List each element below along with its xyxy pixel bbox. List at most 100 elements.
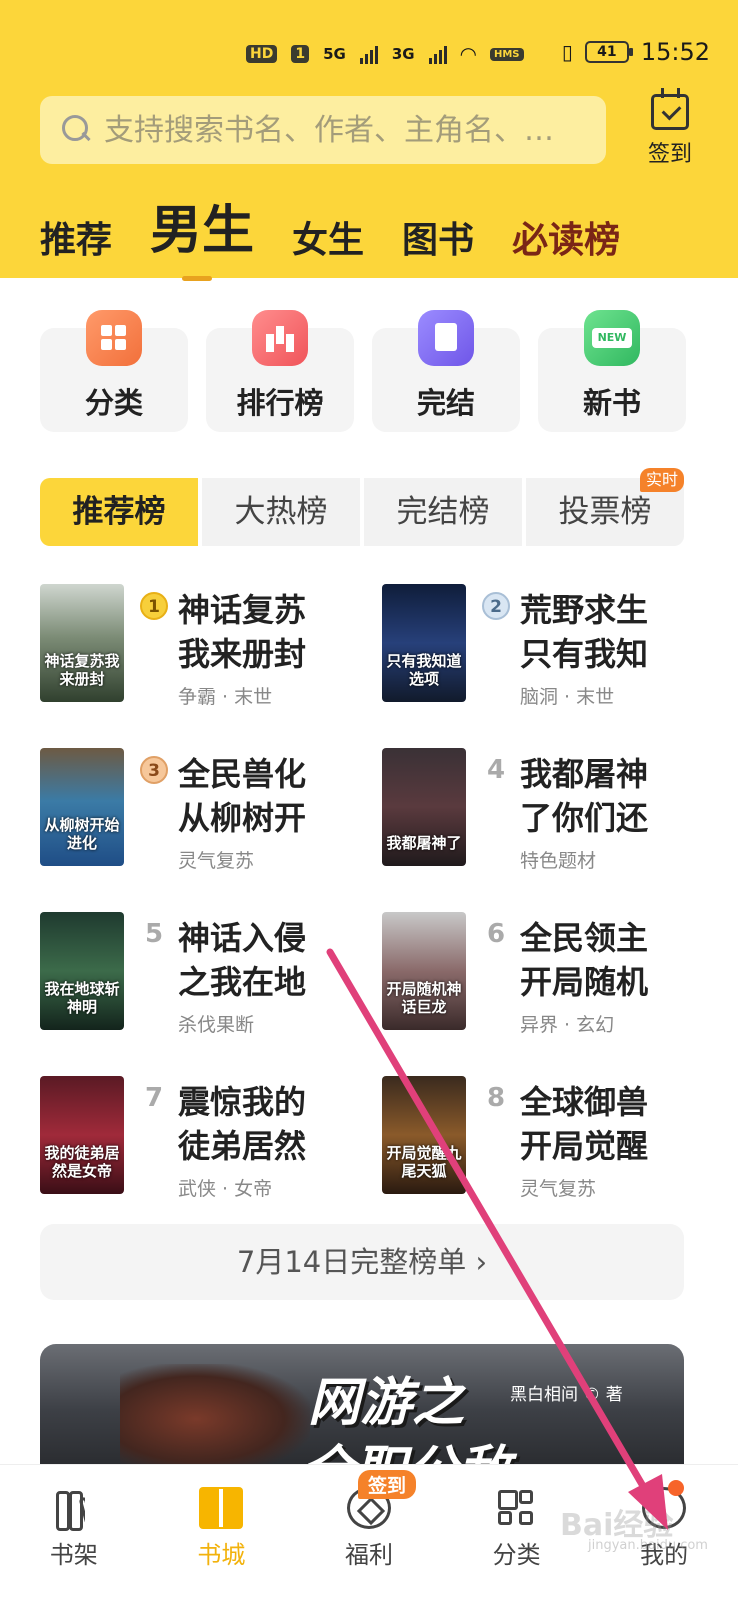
book-title: 神话入侵之我在地 [178, 919, 307, 1001]
book-title: 全球御兽开局觉醒 [520, 1083, 649, 1165]
book-cover: 我都屠神了 [382, 748, 466, 866]
tab-male[interactable]: 男生 [150, 188, 254, 281]
checkin-label: 签到 [647, 142, 692, 167]
book-tags: 灵气复苏 [520, 1178, 597, 1200]
rank-medal-gold: 1 [140, 592, 168, 620]
book-item-2[interactable]: 只有我知道选项 2 荒野求生只有我知 脑洞 · 末世 [382, 584, 702, 708]
book-tags: 杀伐果断 [178, 1014, 255, 1036]
wifi-icon: ◠ [460, 42, 476, 66]
book-title: 荒野求生只有我知 [520, 591, 649, 673]
banner-author: 黑白相间 © 著 [510, 1385, 623, 1405]
hms-badge: HMS [489, 47, 524, 61]
full-ranking-button[interactable]: 7月14日完整榜单 › [40, 1224, 684, 1300]
search-icon [62, 115, 92, 145]
nav-label: 福利 [344, 1541, 393, 1569]
signal-5g-label: 5G [323, 45, 346, 63]
hd-badge: HD [246, 45, 278, 63]
rank-tab-recommend[interactable]: 推荐榜 [40, 478, 198, 546]
nav-label: 书架 [49, 1541, 98, 1569]
category-shortcuts: 分类 排行榜 完结 新书 [40, 310, 686, 432]
tab-must-read[interactable]: 必读榜 [512, 211, 620, 263]
book-title: 我都屠神了你们还 [520, 755, 649, 837]
book-item-4[interactable]: 我都屠神了 4 我都屠神了你们还 特色题材 [382, 748, 702, 872]
category-label: 分类 [84, 386, 143, 420]
book-cover: 只有我知道选项 [382, 584, 466, 702]
rank-number: 4 [486, 755, 506, 785]
tab-books[interactable]: 图书 [402, 211, 474, 263]
book-cover: 我的徒弟居然是女帝 [40, 1076, 124, 1194]
clock: 15:52 [640, 38, 710, 66]
new-book-icon [584, 310, 640, 366]
book-item-8[interactable]: 开局觉醒九尾天狐 8 全球御兽开局觉醒 灵气复苏 [382, 1076, 702, 1200]
rank-medal-bronze: 3 [140, 756, 168, 784]
bookstore-icon [199, 1487, 244, 1529]
book-cover: 开局觉醒九尾天狐 [382, 1076, 466, 1194]
category-card-new[interactable]: 新书 [538, 310, 686, 432]
book-tags: 异界 · 玄幻 [520, 1014, 615, 1036]
rank-medal-silver: 2 [482, 592, 510, 620]
book-cover: 从柳树开始进化 [40, 748, 124, 866]
signal-icon [359, 44, 378, 64]
signin-badge: 签到 [358, 1470, 417, 1499]
cover-title: 我的徒弟居然是女帝 [44, 1144, 120, 1180]
book-tags: 武侠 · 女帝 [178, 1178, 273, 1200]
category-label: 排行榜 [236, 386, 324, 420]
book-cover: 神话复苏我来册封 [40, 584, 124, 702]
rank-number: 6 [486, 919, 506, 949]
vibrate-icon: ▯ [561, 40, 573, 64]
completed-icon [418, 310, 474, 366]
realtime-badge: 实时 [639, 468, 684, 492]
bookshelf-icon [52, 1487, 96, 1531]
rank-number: 7 [144, 1083, 164, 1113]
rank-number: 5 [144, 919, 164, 949]
banner-title: 网游之 [308, 1373, 465, 1433]
search-input[interactable] [104, 112, 604, 148]
cover-title: 从柳树开始进化 [44, 816, 120, 852]
book-item-3[interactable]: 从柳树开始进化 3 全民兽化从柳树开 灵气复苏 [40, 748, 360, 872]
book-item-5[interactable]: 我在地球斩神明 5 神话入侵之我在地 杀伐果断 [40, 912, 360, 1036]
rank-tab-vote[interactable]: 投票榜 实时 [526, 468, 684, 546]
book-tags: 灵气复苏 [178, 850, 255, 872]
rank-tabs: 推荐榜 大热榜 完结榜 投票榜 实时 [40, 468, 684, 546]
nav-label: 书城 [197, 1541, 246, 1569]
battery-icon: 41 [584, 41, 633, 63]
nav-bookstore[interactable]: 书城 [148, 1465, 296, 1600]
book-tags: 特色题材 [520, 850, 597, 872]
signal-3g-label: 3G [391, 45, 415, 63]
rank-tab-completed[interactable]: 完结榜 [364, 478, 522, 546]
category-card-ranking[interactable]: 排行榜 [206, 310, 354, 432]
tab-female[interactable]: 女生 [292, 211, 364, 263]
calendar-check-icon [651, 88, 689, 130]
ranking-icon [252, 310, 308, 366]
book-item-1[interactable]: 神话复苏我来册封 1 神话复苏我来册封 争霸 · 末世 [40, 584, 360, 708]
book-cover: 我在地球斩神明 [40, 912, 124, 1030]
category-card-classify[interactable]: 分类 [40, 310, 188, 432]
book-title: 震惊我的徒弟居然 [178, 1083, 307, 1165]
category-grid-icon [495, 1487, 539, 1529]
header: HD 1 5G 3G ◠ HMS ▯ 41 15:52 签到 推荐 男生 女生 … [0, 0, 738, 281]
rank-tab-vote-label: 投票榜 [558, 494, 652, 530]
book-item-7[interactable]: 我的徒弟居然是女帝 7 震惊我的徒弟居然 武侠 · 女帝 [40, 1076, 360, 1200]
search-bar[interactable] [40, 96, 606, 164]
rank-number: 8 [486, 1083, 506, 1113]
book-item-6[interactable]: 开局随机神话巨龙 6 全民领主开局随机 异界 · 玄幻 [382, 912, 702, 1036]
cover-title: 开局觉醒九尾天狐 [386, 1144, 462, 1180]
cover-title: 开局随机神话巨龙 [386, 980, 462, 1016]
checkin-button[interactable]: 签到 [640, 88, 700, 168]
rank-tab-hot[interactable]: 大热榜 [202, 478, 360, 546]
watermark-url: jingyan.baidu.com [588, 1538, 708, 1553]
cover-title: 我都屠神了 [386, 834, 462, 852]
tab-recommend[interactable]: 推荐 [40, 211, 112, 263]
banner-title-line2: 全职公敌 [302, 1428, 510, 1464]
category-card-completed[interactable]: 完结 [372, 310, 520, 432]
category-icon [86, 310, 142, 366]
promo-banner[interactable]: 网游之 黑白相间 © 著 全职公敌 [40, 1344, 684, 1464]
category-label: 新书 [582, 386, 641, 420]
dragon-illustration [120, 1364, 310, 1464]
signal-icon-2 [428, 44, 447, 64]
nav-bookshelf[interactable]: 书架 [0, 1465, 148, 1600]
status-bar: HD 1 5G 3G ◠ HMS ▯ 41 15:52 [0, 34, 738, 74]
cover-title: 只有我知道选项 [386, 652, 462, 688]
sim-badge: 1 [291, 45, 310, 63]
book-title: 全民兽化从柳树开 [178, 755, 307, 837]
